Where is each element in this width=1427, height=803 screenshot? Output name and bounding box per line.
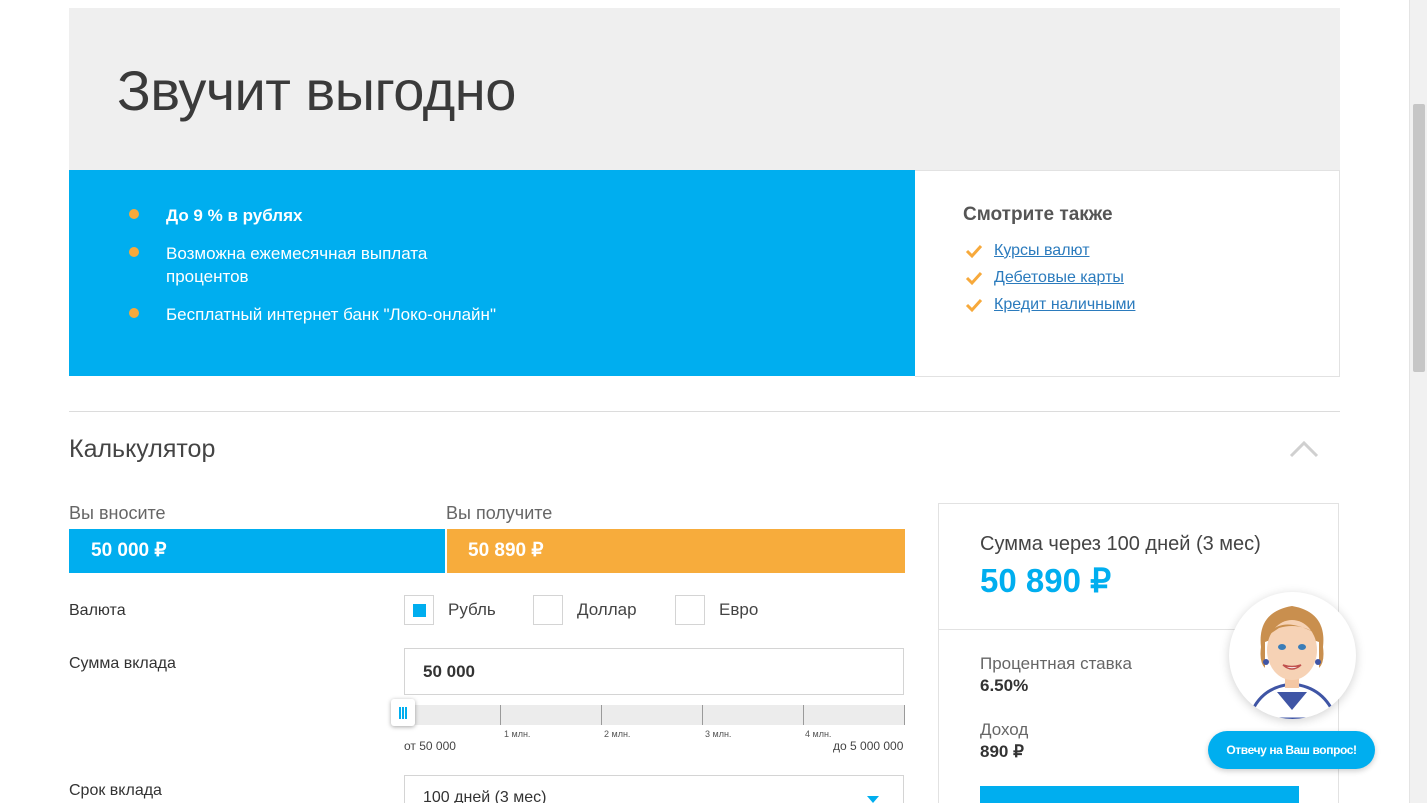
- calculator-title: Калькулятор: [69, 435, 216, 463]
- checkmark-icon: [965, 244, 983, 258]
- slider-max-label: до 5 000 000: [833, 739, 904, 753]
- feature-item: Бесплатный интернет банк "Локо-онлайн": [129, 303, 529, 326]
- currency-label: Валюта: [69, 602, 126, 619]
- currency-option-rub[interactable]: Рубль: [404, 595, 496, 625]
- slider-tick: [500, 705, 501, 725]
- link-cash-loan[interactable]: Кредит наличными: [994, 296, 1135, 314]
- page-scrollbar[interactable]: [1409, 0, 1427, 803]
- income-label: Доход: [980, 720, 1029, 739]
- checkmark-icon: [965, 298, 983, 312]
- scrollbar-thumb[interactable]: [1413, 104, 1425, 372]
- term-select[interactable]: 100 дней (3 мес): [404, 775, 904, 803]
- amount-slider-track[interactable]: [404, 705, 905, 725]
- dropdown-arrow-icon: [867, 796, 879, 803]
- slider-tick-label: 2 млн.: [604, 729, 631, 739]
- receive-amount-bar: 50 890 ₽: [447, 529, 905, 573]
- you-deposit-label: Вы вносите: [69, 503, 166, 523]
- slider-tick-label: 1 млн.: [504, 729, 531, 739]
- currency-option-eur[interactable]: Евро: [675, 595, 758, 625]
- term-select-value: 100 дней (3 мес): [423, 789, 547, 803]
- feature-text: Бесплатный интернет банк "Локо-онлайн": [166, 305, 496, 324]
- open-deposit-button[interactable]: [980, 786, 1299, 803]
- slider-tick: [702, 705, 703, 725]
- hero-banner: Звучит выгодно: [69, 8, 1340, 170]
- assistant-face-icon: [1247, 606, 1338, 719]
- feature-text: Возможна ежемесячная выплата процентов: [166, 244, 428, 286]
- term-label: Срок вклада: [69, 782, 162, 799]
- slider-tick: [803, 705, 804, 725]
- see-also-item: Дебетовые карты: [965, 264, 1135, 291]
- see-also-item: Курсы валют: [965, 237, 1135, 264]
- currency-option-usd[interactable]: Доллар: [533, 595, 637, 625]
- amount-input[interactable]: 50 000: [404, 648, 904, 695]
- bullet-icon: [129, 247, 139, 257]
- bullet-icon: [129, 308, 139, 318]
- see-also-item: Кредит наличными: [965, 291, 1135, 318]
- rate-label: Процентная ставка: [980, 654, 1132, 673]
- checkmark-icon: [965, 271, 983, 285]
- see-also-title: Смотрите также: [963, 204, 1113, 225]
- feature-text: До 9 % в рублях: [166, 206, 303, 225]
- deposit-amount-bar: 50 000 ₽: [69, 529, 445, 573]
- currency-checkbox[interactable]: [533, 595, 563, 625]
- currency-option-label: Рубль: [448, 600, 496, 619]
- see-also-list: Курсы валют Дебетовые карты Кредит налич…: [965, 237, 1135, 318]
- bullet-icon: [129, 209, 139, 219]
- slider-tick: [601, 705, 602, 725]
- chevron-up-icon[interactable]: [1288, 438, 1320, 460]
- slider-tick-label: 3 млн.: [705, 729, 732, 739]
- assistant-avatar[interactable]: [1229, 592, 1356, 719]
- currency-checkbox[interactable]: [404, 595, 434, 625]
- result-value: 50 890 ₽: [980, 562, 1112, 599]
- see-also-panel: Смотрите также Курсы валют Дебетовые кар…: [915, 170, 1340, 377]
- page: Звучит выгодно До 9 % в рублях Возможна …: [0, 0, 1427, 803]
- income-value: 890 ₽: [980, 742, 1024, 761]
- currency-option-label: Доллар: [577, 600, 637, 619]
- page-title: Звучит выгодно: [117, 59, 516, 122]
- amount-slider-handle[interactable]: [391, 699, 415, 726]
- currency-option-label: Евро: [719, 600, 759, 619]
- amount-label: Сумма вклада: [69, 655, 176, 672]
- section-divider: [69, 411, 1340, 412]
- slider-tick: [904, 705, 905, 725]
- slider-tick-label: 4 млн.: [805, 729, 832, 739]
- assistant-chat-button[interactable]: Отвечу на Ваш вопрос!: [1208, 731, 1375, 769]
- result-title: Сумма через 100 дней (3 мес): [980, 533, 1261, 555]
- slider-min-label: от 50 000: [404, 739, 456, 753]
- link-debit-cards[interactable]: Дебетовые карты: [994, 269, 1124, 287]
- link-exchange-rates[interactable]: Курсы валют: [994, 242, 1090, 260]
- features-box: До 9 % в рублях Возможна ежемесячная вып…: [69, 170, 915, 376]
- you-receive-label: Вы получите: [446, 503, 553, 523]
- currency-checkbox[interactable]: [675, 595, 705, 625]
- features-list: До 9 % в рублях Возможна ежемесячная вып…: [129, 204, 529, 341]
- rate-value: 6.50%: [980, 676, 1029, 695]
- feature-item: Возможна ежемесячная выплата процентов: [129, 242, 469, 288]
- feature-item: До 9 % в рублях: [129, 204, 469, 227]
